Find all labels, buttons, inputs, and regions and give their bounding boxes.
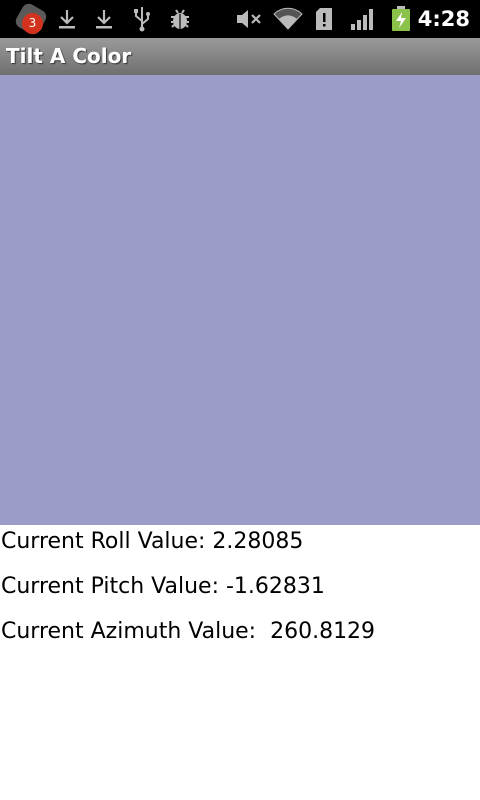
debug-icon: [166, 0, 194, 38]
azimuth-value-label: Current Azimuth Value: 260.8129: [1, 619, 376, 644]
wifi-icon: [272, 0, 304, 38]
pitch-value-label: Current Pitch Value: -1.62831: [1, 574, 325, 599]
battery-charging-icon: [389, 0, 413, 38]
app-title: Tilt A Color: [6, 44, 132, 68]
download-icon: [54, 0, 80, 38]
notification-count-badge: 3: [22, 13, 43, 34]
status-clock: 4:28: [417, 7, 470, 31]
roll-value-label: Current Roll Value: 2.28085: [1, 529, 304, 554]
usb-icon: [130, 0, 154, 38]
tilt-color-panel: [0, 75, 480, 525]
mute-icon: [234, 0, 264, 38]
app-title-bar: Tilt A Color: [0, 38, 480, 75]
status-bar: 3 4:28: [0, 0, 480, 38]
sd-card-alert-icon: [313, 0, 335, 38]
download-icon: [91, 0, 117, 38]
signal-icon: [349, 0, 377, 38]
